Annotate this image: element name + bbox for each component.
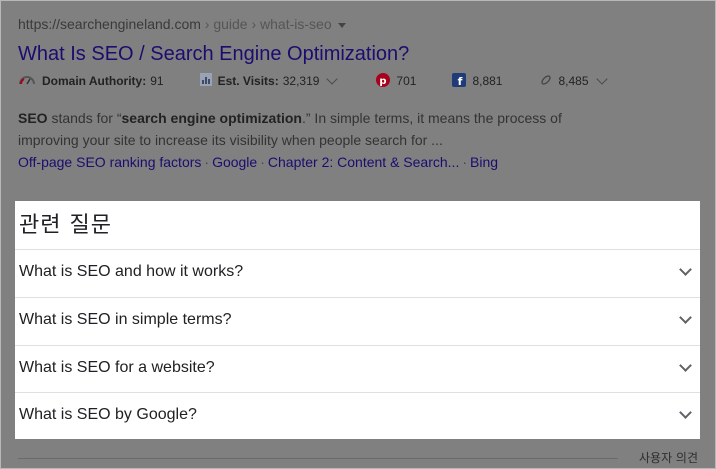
pinterest-count: 701 bbox=[396, 74, 417, 88]
chevron-down-icon[interactable] bbox=[679, 406, 692, 419]
seo-metrics-bar: Domain Authority: 91 Est. Visits: 32,319… bbox=[18, 71, 708, 91]
chevron-down-icon[interactable] bbox=[679, 263, 692, 276]
facebook-count: 8,881 bbox=[472, 74, 503, 88]
domain-authority-metric: Domain Authority: 91 bbox=[18, 74, 164, 89]
related-question-text: What is SEO by Google? bbox=[19, 406, 197, 423]
svg-text:f: f bbox=[458, 75, 463, 87]
svg-text:p: p bbox=[380, 76, 387, 87]
est-visits-metric: Est. Visits: 32,319 bbox=[199, 72, 339, 89]
related-question[interactable]: What is SEO for a website? bbox=[15, 345, 700, 393]
backlinks-chevron-down-icon[interactable] bbox=[595, 72, 608, 85]
link-icon bbox=[540, 74, 552, 89]
url-menu-caret-icon[interactable] bbox=[337, 22, 346, 28]
bar-chart-icon bbox=[199, 73, 212, 89]
snippet-term: SEO bbox=[18, 110, 48, 126]
sitelink-separator: · bbox=[204, 154, 210, 170]
feedback-link[interactable]: 사용자 의견 bbox=[639, 449, 698, 466]
url-domain: https://searchengineland.com bbox=[18, 16, 201, 32]
est-visits-value: 32,319 bbox=[282, 74, 320, 88]
facebook-icon: f bbox=[452, 72, 467, 90]
sitelink[interactable]: Off-page SEO ranking factors bbox=[18, 154, 201, 170]
footer-divider bbox=[18, 458, 618, 459]
related-question-text: What is SEO and how it works? bbox=[19, 263, 244, 280]
chevron-down-icon[interactable] bbox=[679, 311, 692, 324]
related-question-text: What is SEO for a website? bbox=[19, 359, 215, 376]
result-title-link[interactable]: What Is SEO / Search Engine Optimization… bbox=[18, 41, 708, 67]
est-visits-label: Est. Visits: bbox=[217, 74, 279, 88]
sitelink[interactable]: Chapter 2: Content & Search... bbox=[268, 154, 459, 170]
sitelinks: Off-page SEO ranking factors · Google · Chap… bbox=[18, 154, 708, 170]
pinterest-icon: p bbox=[376, 72, 391, 90]
chevron-down-icon[interactable] bbox=[679, 359, 692, 372]
url-path: › guide › what-is-seo bbox=[200, 16, 332, 32]
backlinks-count: 8,485 bbox=[558, 74, 589, 88]
backlinks-metric: 8,485 bbox=[540, 72, 608, 89]
related-questions-heading: 관련 질문 bbox=[19, 213, 112, 238]
result-url[interactable]: https://searchengineland.com › guide › w… bbox=[18, 14, 708, 34]
sitelink[interactable]: Google bbox=[212, 154, 257, 170]
related-question[interactable]: What is SEO and how it works? bbox=[15, 249, 700, 297]
result-snippet: SEO stands for “search engine optimizati… bbox=[18, 107, 618, 151]
sitelink-separator: · bbox=[462, 154, 468, 170]
related-questions-panel: 관련 질문 What is SEO and how it works? What… bbox=[15, 201, 700, 439]
related-question-text: What is SEO in simple terms? bbox=[19, 311, 232, 328]
est-visits-chevron-down-icon[interactable] bbox=[326, 72, 339, 85]
snippet-part-1: stands for “ bbox=[47, 110, 122, 126]
gauge-icon bbox=[18, 74, 36, 89]
search-result: https://searchengineland.com › guide › w… bbox=[18, 14, 708, 170]
snippet-bold: search engine optimization bbox=[121, 110, 302, 126]
facebook-metric: f 8,881 bbox=[452, 72, 503, 90]
domain-authority-label: Domain Authority: bbox=[42, 74, 147, 88]
sitelink[interactable]: Bing bbox=[470, 154, 498, 170]
sitelink-separator: · bbox=[260, 154, 265, 170]
domain-authority-value: 91 bbox=[150, 74, 164, 88]
related-question[interactable]: What is SEO by Google? bbox=[15, 392, 700, 440]
pinterest-metric: p 701 bbox=[376, 72, 417, 90]
related-question[interactable]: What is SEO in simple terms? bbox=[15, 297, 700, 345]
